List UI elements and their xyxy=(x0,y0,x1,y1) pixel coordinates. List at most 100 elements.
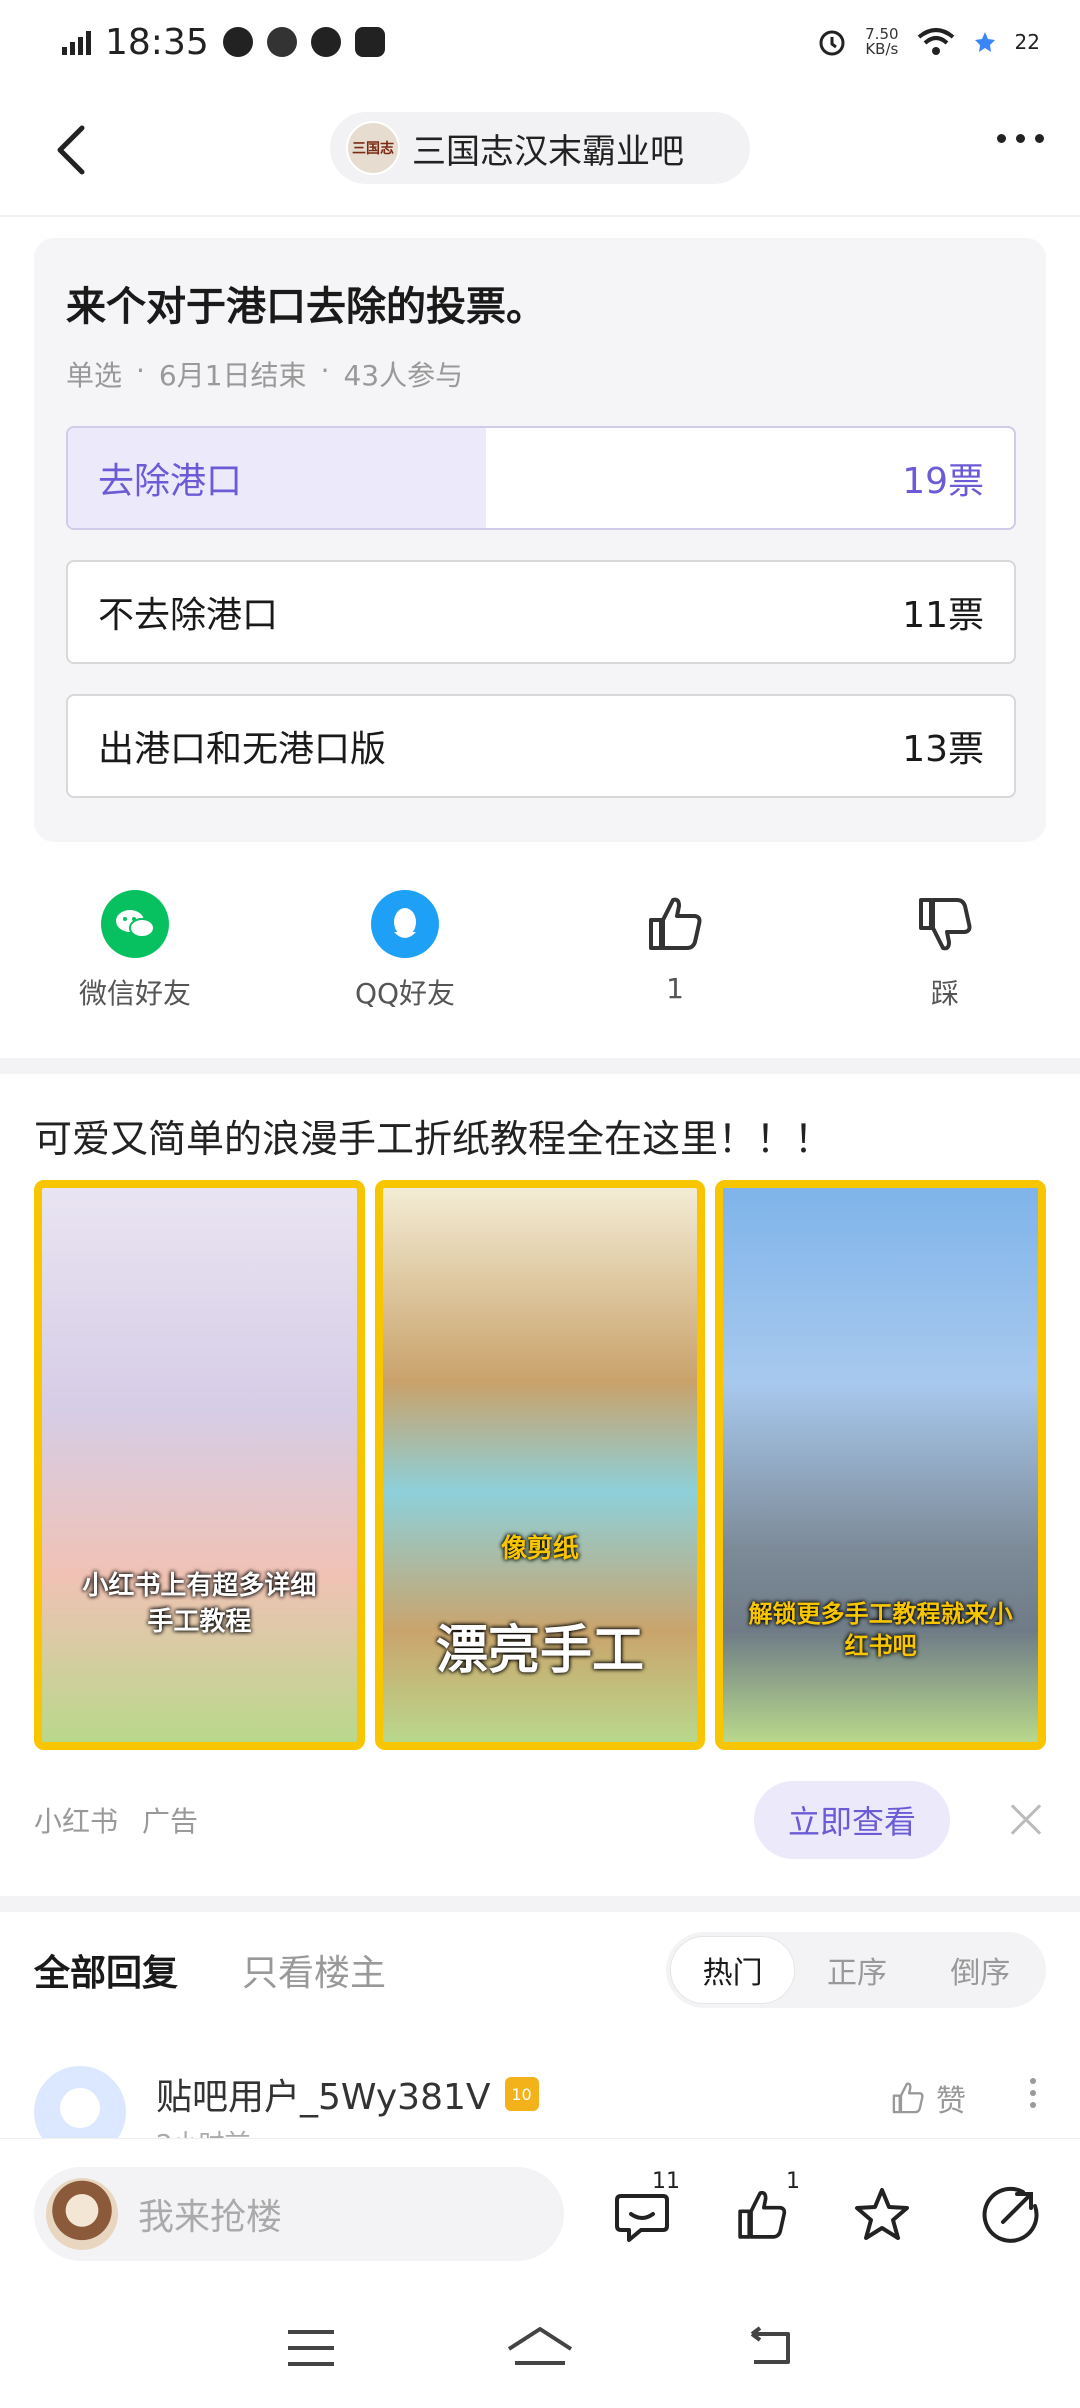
view-now-button[interactable]: 立即查看 xyxy=(754,1781,950,1859)
avatar xyxy=(46,2178,118,2250)
reply-input[interactable]: 我来抢楼 xyxy=(34,2167,564,2261)
thumbs-up-icon xyxy=(738,2190,787,2239)
thread-header: 三国志 三国志汉末霸业吧 xyxy=(0,100,1080,216)
share-row: 微信好友 QQ好友 1 踩 xyxy=(0,890,1080,1030)
bottom-action-bar: 我来抢楼 11 1 xyxy=(0,2138,1080,2288)
poll-card: 来个对于港口去除的投票。 单选 · 6月1日结束 · 43人参与 去除港口 19… xyxy=(34,238,1046,842)
share-label: 微信好友 xyxy=(78,977,191,1010)
alarm-icon xyxy=(819,30,845,56)
poll-type: 单选 xyxy=(66,359,123,392)
poll-option-label: 去除港口 xyxy=(98,461,243,502)
level-badge: 10 xyxy=(504,2077,539,2111)
ad-image[interactable]: 解锁更多手工教程就来小红书吧 xyxy=(715,1180,1047,1750)
section-divider xyxy=(0,1896,1080,1912)
ad-source: 小红书 广告 xyxy=(34,1800,198,1840)
comment-like-label: 赞 xyxy=(936,2084,966,2119)
section-divider xyxy=(0,1058,1080,1074)
poll-title: 来个对于港口去除的投票。 xyxy=(66,284,546,330)
signal-icon xyxy=(62,29,91,55)
qq-icon xyxy=(371,890,439,958)
share-icon xyxy=(982,2186,1039,2243)
reply-placeholder: 我来抢楼 xyxy=(138,2197,283,2238)
status-time: 18:35 xyxy=(105,21,209,63)
reply-filter-bar: 全部回复 只看楼主 热门 正序 倒序 xyxy=(34,1930,1046,2010)
play-app-icon xyxy=(222,27,253,57)
favorite-button[interactable] xyxy=(842,2175,922,2255)
poll-option-votes: 19票 xyxy=(902,461,984,502)
comment-more-icon[interactable] xyxy=(1030,2078,1036,2108)
share-qq-button[interactable]: QQ好友 xyxy=(270,890,540,1030)
menu-icon[interactable] xyxy=(284,2326,338,2370)
comment-count: 11 xyxy=(652,2169,680,2194)
poll-option-label: 不去除港口 xyxy=(98,595,279,636)
comment-item: 贴吧用户_5Wy381V 10 2小时前 赞 xyxy=(34,2060,1046,2160)
ad-caption: 漂亮手工 xyxy=(436,1621,645,1681)
more-options-icon[interactable] xyxy=(997,134,1044,143)
sort-hot[interactable]: 热门 xyxy=(670,1936,796,2004)
forum-pill[interactable]: 三国志 三国志汉末霸业吧 xyxy=(330,112,750,184)
close-icon[interactable] xyxy=(1006,1800,1046,1840)
poll-option-label: 出港口和无港口版 xyxy=(98,729,387,770)
comment-user[interactable]: 贴吧用户_5Wy381V 10 xyxy=(156,2068,539,2120)
ad-image[interactable]: 像剪纸 漂亮手工 xyxy=(374,1180,706,1750)
poll-option[interactable]: 不去除港口 11票 xyxy=(66,560,1016,664)
back-nav-icon[interactable] xyxy=(742,2326,796,2370)
share-label: QQ好友 xyxy=(354,977,456,1010)
wifi-icon xyxy=(917,28,954,55)
poll-option-votes: 13票 xyxy=(902,729,984,770)
sort-descending[interactable]: 倒序 xyxy=(919,1936,1042,2004)
comment-username: 贴吧用户_5Wy381V xyxy=(156,2077,491,2118)
back-arrow-icon[interactable] xyxy=(44,120,104,180)
dislike-label: 踩 xyxy=(930,977,959,1010)
forum-avatar-text: 三国志 xyxy=(352,141,394,157)
meta-separator: · xyxy=(136,354,145,387)
net-speed: 7.50 KB/s xyxy=(865,27,898,57)
poll-option-votes: 11票 xyxy=(902,595,984,636)
tab-all-replies[interactable]: 全部回复 xyxy=(34,1944,178,1996)
net-speed-unit: KB/s xyxy=(865,40,899,58)
thumbs-up-icon xyxy=(892,2082,924,2114)
tab-op-only[interactable]: 只看楼主 xyxy=(242,1944,386,1996)
ad-tag: 广告 xyxy=(142,1805,199,1838)
ad-images[interactable]: 小红书上有超多详细手工教程 像剪纸 漂亮手工 解锁更多手工教程就来小红书吧 xyxy=(34,1180,1047,1750)
like-count: 1 xyxy=(786,2169,800,2194)
battery-level: 22 xyxy=(1014,30,1040,54)
poll-meta: 单选 · 6月1日结束 · 43人参与 xyxy=(66,354,1014,394)
ad-image[interactable]: 小红书上有超多详细手工教程 xyxy=(34,1180,365,1750)
sort-ascending[interactable]: 正序 xyxy=(795,1936,918,2004)
status-bar: 18:35 7.50 KB/s 22 xyxy=(0,0,1080,84)
wechat-icon xyxy=(101,890,169,958)
poll-participants: 43人参与 xyxy=(343,359,464,392)
forum-avatar: 三国志 xyxy=(346,121,400,175)
ad-sub-caption: 像剪纸 xyxy=(501,1534,580,1564)
ad-source-name: 小红书 xyxy=(34,1805,119,1838)
sort-toggle: 热门 正序 倒序 xyxy=(666,1932,1046,2008)
ad-footer: 小红书 广告 立即查看 xyxy=(34,1780,1046,1860)
ad-caption: 解锁更多手工教程就来小红书吧 xyxy=(748,1600,1013,1660)
poll-end-date: 6月1日结束 xyxy=(158,359,307,392)
home-icon[interactable] xyxy=(505,2323,575,2373)
like-button[interactable]: 1 xyxy=(540,890,810,1030)
compass-app-icon xyxy=(310,27,341,57)
comment-like-button[interactable]: 赞 xyxy=(888,2076,966,2120)
meta-separator: · xyxy=(320,354,330,387)
poll-option[interactable]: 出港口和无港口版 13票 xyxy=(66,694,1016,798)
weibo-app-icon xyxy=(266,27,297,57)
poll-option[interactable]: 去除港口 19票 xyxy=(66,426,1016,530)
ad-caption: 小红书上有超多详细手工教程 xyxy=(82,1571,317,1637)
ad-title[interactable]: 可爱又简单的浪漫手工折纸教程全在这里！！！ xyxy=(34,1108,832,1163)
share-wechat-button[interactable]: 微信好友 xyxy=(0,890,270,1030)
thumbs-up-icon xyxy=(649,897,702,950)
header-divider xyxy=(0,215,1080,217)
like-count: 1 xyxy=(666,972,684,1005)
dislike-button[interactable]: 踩 xyxy=(810,890,1080,1030)
system-nav-bar xyxy=(0,2288,1080,2408)
like-button[interactable]: 1 xyxy=(722,2169,802,2255)
thumbs-down-icon xyxy=(919,898,972,951)
battery-saver-icon xyxy=(974,32,995,52)
star-icon xyxy=(855,2188,909,2240)
comments-button[interactable]: 11 xyxy=(602,2169,682,2255)
du-app-icon xyxy=(354,27,385,57)
poll-options: 去除港口 19票 不去除港口 11票 出港口和无港口版 13票 xyxy=(66,426,1016,798)
share-button[interactable] xyxy=(970,2175,1050,2255)
